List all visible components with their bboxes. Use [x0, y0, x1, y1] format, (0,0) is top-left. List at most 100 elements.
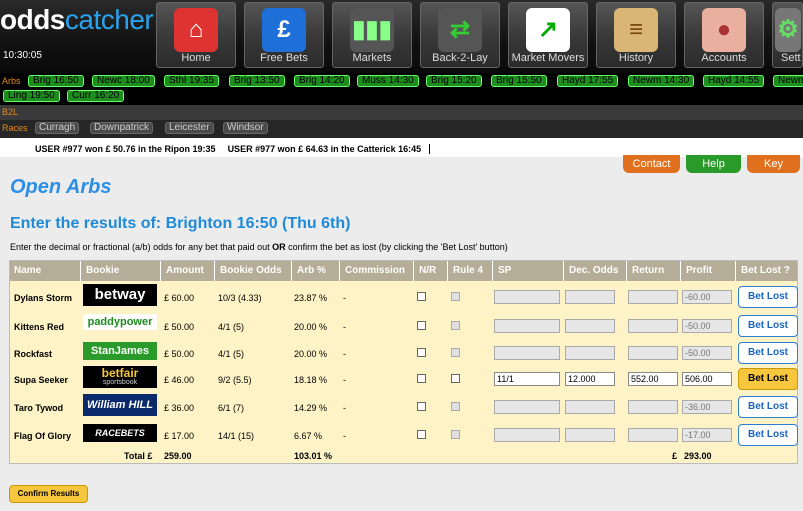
dec-odds-input[interactable] [565, 428, 615, 442]
sp-input[interactable] [494, 319, 560, 333]
arbs-label: Arbs [2, 76, 21, 86]
return-input[interactable] [628, 372, 678, 386]
rule4-checkbox[interactable] [451, 402, 460, 411]
table-header: Name Bookie Amount Bookie Odds Arb % Com… [10, 261, 797, 281]
nr-checkbox[interactable] [417, 348, 426, 357]
return-input[interactable] [628, 346, 678, 360]
bet-lost-button[interactable]: Bet Lost [738, 368, 798, 390]
help-tab[interactable]: Help [686, 155, 741, 173]
dec-odds-input[interactable] [565, 372, 615, 386]
nav-history-button[interactable]: ≡ History [596, 2, 676, 68]
bookie-odds: 10/3 (4.33) [218, 293, 262, 303]
arb-race-chip[interactable]: Muss 14:30 [357, 75, 419, 87]
col-sp: SP [498, 265, 512, 276]
profit-field [682, 290, 732, 304]
commission: - [343, 349, 346, 359]
bookie-odds: 6/1 (7) [218, 403, 245, 413]
dec-odds-input[interactable] [565, 346, 615, 360]
home-icon: ⌂ [174, 8, 218, 52]
runner-name: Kittens Red [14, 322, 65, 332]
return-input[interactable] [628, 290, 678, 304]
dec-odds-input[interactable] [565, 290, 615, 304]
sp-input[interactable] [494, 346, 560, 360]
arb-race-chip[interactable]: Brig 13:50 [229, 75, 285, 87]
nr-checkbox[interactable] [417, 292, 426, 301]
rule4-checkbox[interactable] [451, 374, 460, 383]
rule4-checkbox[interactable] [451, 348, 460, 357]
commission: - [343, 431, 346, 441]
amount: £ 50.00 [164, 349, 195, 359]
bet-lost-button[interactable]: Bet Lost [738, 342, 798, 364]
arb-race-chip[interactable]: Newm [773, 75, 803, 87]
bet-lost-button[interactable]: Bet Lost [738, 424, 798, 446]
col-dec-odds: Dec. Odds [569, 265, 619, 276]
amount: £ 36.00 [164, 403, 195, 413]
nr-checkbox[interactable] [417, 402, 426, 411]
rule4-checkbox[interactable] [451, 292, 460, 301]
profit-field [682, 372, 732, 386]
arb-race-chip[interactable]: Brig 15:50 [491, 75, 547, 87]
clock: 10:30:05 [3, 50, 42, 61]
arb-percent: 23.87 % [294, 293, 328, 303]
bookie-odds: 9/2 (5.5) [218, 375, 252, 385]
nav-settings-button[interactable]: ⚙ Sett [772, 2, 803, 68]
nav-back-2-lay-button[interactable]: ⇄ Back-2-Lay [420, 2, 500, 68]
arb-race-chip[interactable]: Newc 18:00 [92, 75, 155, 87]
bet-lost-button[interactable]: Bet Lost [738, 315, 798, 337]
bookie-logo: paddypower [83, 314, 157, 330]
sp-input[interactable] [494, 372, 560, 386]
arb-race-chip[interactable]: Brig 14:20 [294, 75, 350, 87]
rule4-checkbox[interactable] [451, 430, 460, 439]
bookie-logo: RACEBETS [83, 424, 157, 442]
profit-field [682, 346, 732, 360]
sp-input[interactable] [494, 290, 560, 304]
contact-tab[interactable]: Contact [623, 155, 680, 173]
site-logo[interactable]: oddscatcher [0, 4, 154, 36]
nav-markets-button[interactable]: ▮▮▮ Markets [332, 2, 412, 68]
profit-field [682, 428, 732, 442]
race-course-chip[interactable]: Downpatrick [90, 122, 154, 134]
nav-accounts-button[interactable]: ● Accounts [684, 2, 764, 68]
nr-checkbox[interactable] [417, 374, 426, 383]
arb-race-chip[interactable]: Brig 16:50 [28, 75, 84, 87]
return-input[interactable] [628, 428, 678, 442]
piggy-bank-icon: ● [702, 8, 746, 52]
nav-home-button[interactable]: ⌂ Home [156, 2, 236, 68]
key-tab[interactable]: Key [747, 155, 800, 173]
runner-name: Flag Of Glory [14, 431, 72, 441]
return-input[interactable] [628, 400, 678, 414]
nr-checkbox[interactable] [417, 430, 426, 439]
arb-race-chip[interactable]: Sthl 19:35 [164, 75, 220, 87]
amount: £ 50.00 [164, 322, 195, 332]
bookie-odds: 4/1 (5) [218, 349, 245, 359]
scroll-icon: ≡ [614, 8, 658, 52]
winnings-ticker: USER #977 won £ 50.76 in the Ripon 19:35… [35, 144, 431, 154]
total-amount: 259.00 [164, 451, 192, 461]
nav-free-bets-button[interactable]: £ Free Bets [244, 2, 324, 68]
arb-race-chip[interactable]: Brig 15:20 [426, 75, 482, 87]
dec-odds-input[interactable] [565, 400, 615, 414]
trend-chart-icon: ↗ [526, 8, 570, 52]
race-course-chip[interactable]: Curragh [35, 122, 80, 134]
confirm-results-button[interactable]: Confirm Results [9, 485, 88, 503]
bet-lost-button[interactable]: Bet Lost [738, 396, 798, 418]
nr-checkbox[interactable] [417, 321, 426, 330]
arb-race-chip[interactable]: Hayd 14:55 [703, 75, 765, 87]
bet-lost-button[interactable]: Bet Lost [738, 286, 798, 308]
arb-race-chip[interactable]: Ling 19:50 [3, 90, 60, 102]
commission: - [343, 322, 346, 332]
race-course-chip[interactable]: Leicester [165, 122, 214, 134]
arb-race-chip[interactable]: Hayd 17:55 [557, 75, 619, 87]
col-nr: N/R [419, 265, 437, 276]
return-input[interactable] [628, 319, 678, 333]
dec-odds-input[interactable] [565, 319, 615, 333]
sp-input[interactable] [494, 400, 560, 414]
commission: - [343, 403, 346, 413]
bookie-logo: StanJames [83, 342, 157, 360]
arb-race-chip[interactable]: Curr 16:20 [67, 90, 125, 102]
rule4-checkbox[interactable] [451, 321, 460, 330]
sp-input[interactable] [494, 428, 560, 442]
nav-market-movers-button[interactable]: ↗ Market Movers [508, 2, 588, 68]
race-course-chip[interactable]: Windsor [223, 122, 268, 134]
arb-race-chip[interactable]: Newm 14:30 [628, 75, 695, 87]
